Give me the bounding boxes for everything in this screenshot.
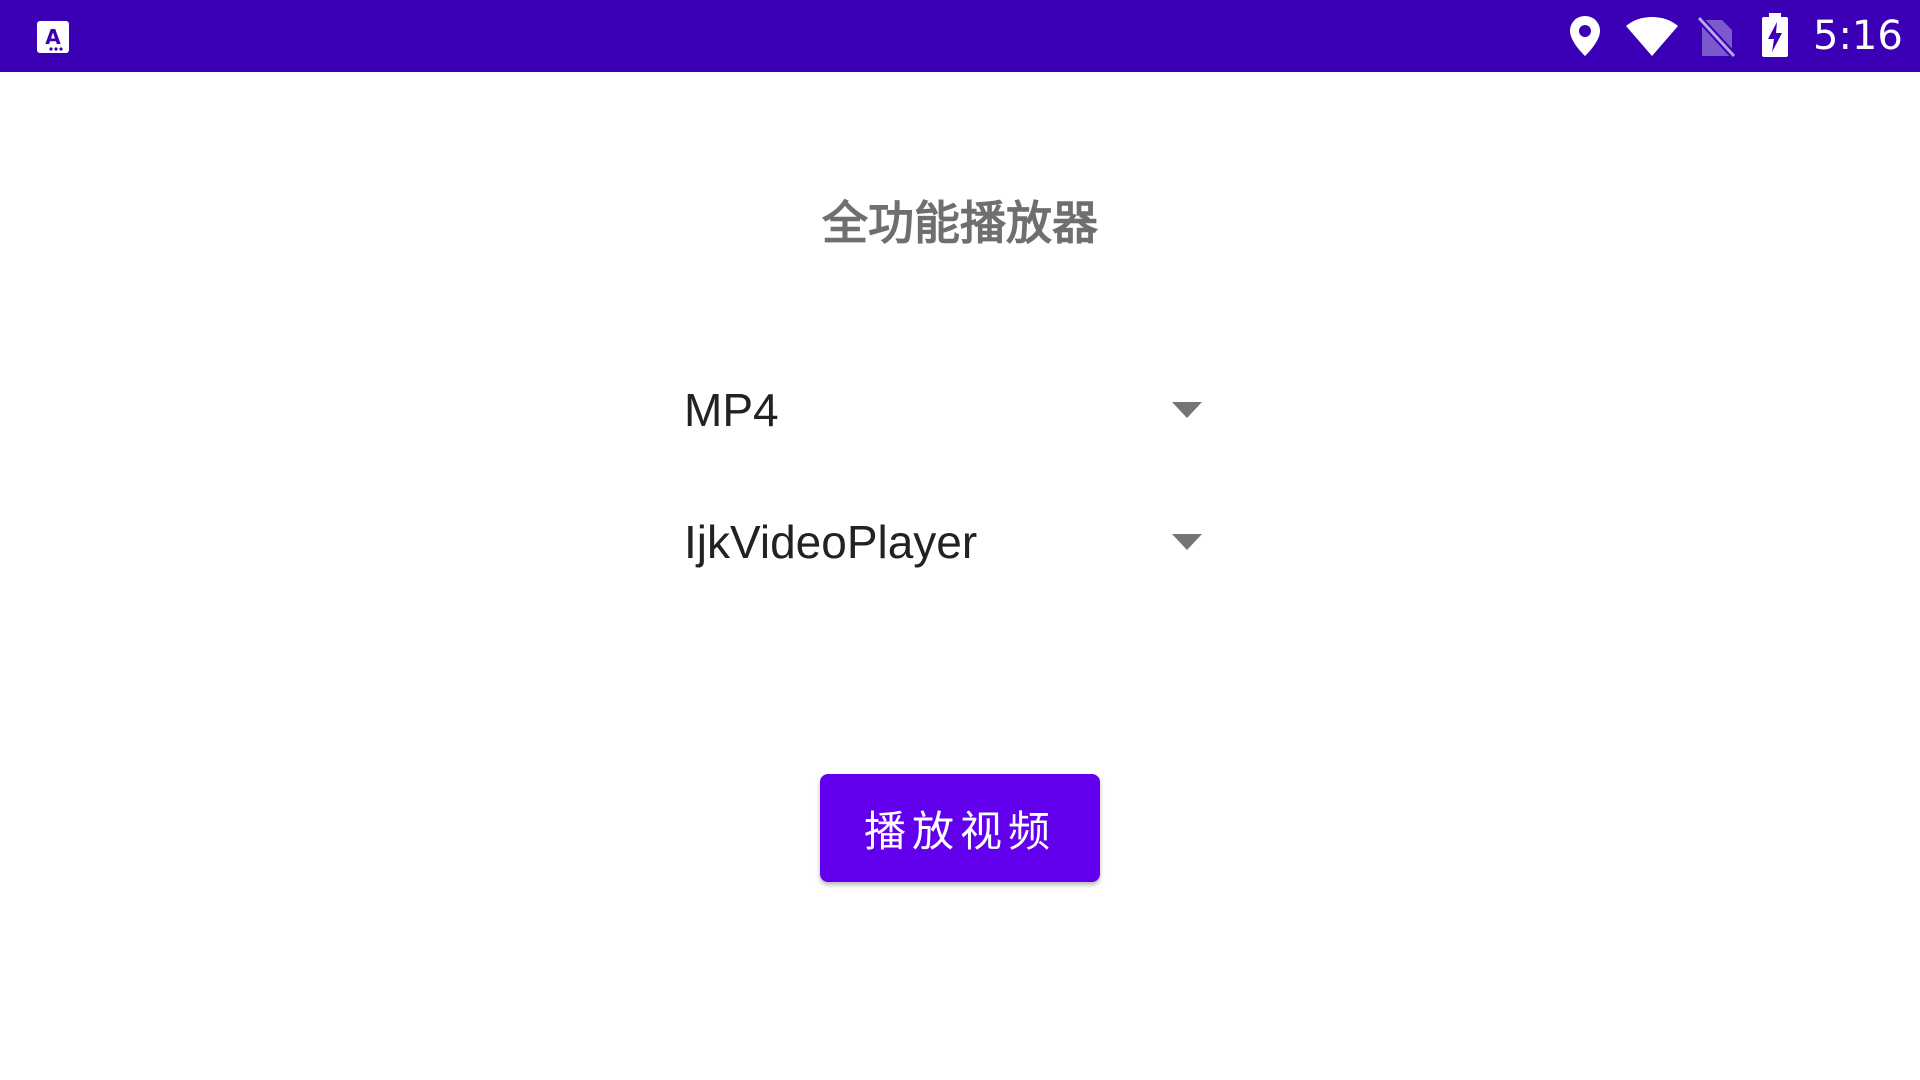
play-video-button[interactable]: 播放视频	[820, 774, 1100, 882]
status-clock: 5:16	[1813, 13, 1903, 59]
battery-charging-icon	[1762, 13, 1788, 57]
format-spinner-value: MP4	[684, 384, 779, 436]
app-notification-icon: A	[37, 21, 69, 53]
player-spinner[interactable]: IjkVideoPlayer	[684, 500, 1204, 584]
wifi-icon	[1626, 17, 1678, 56]
player-spinner-value: IjkVideoPlayer	[684, 516, 978, 568]
svg-text:A: A	[45, 25, 61, 49]
page-title: 全功能播放器	[822, 196, 1098, 250]
dropdown-arrow-icon	[1172, 534, 1202, 550]
dropdown-arrow-icon	[1172, 402, 1202, 418]
no-sim-icon	[1696, 16, 1736, 58]
format-spinner[interactable]: MP4	[684, 368, 1204, 452]
status-bar: A 5:16	[0, 0, 1920, 72]
location-icon	[1570, 16, 1600, 56]
